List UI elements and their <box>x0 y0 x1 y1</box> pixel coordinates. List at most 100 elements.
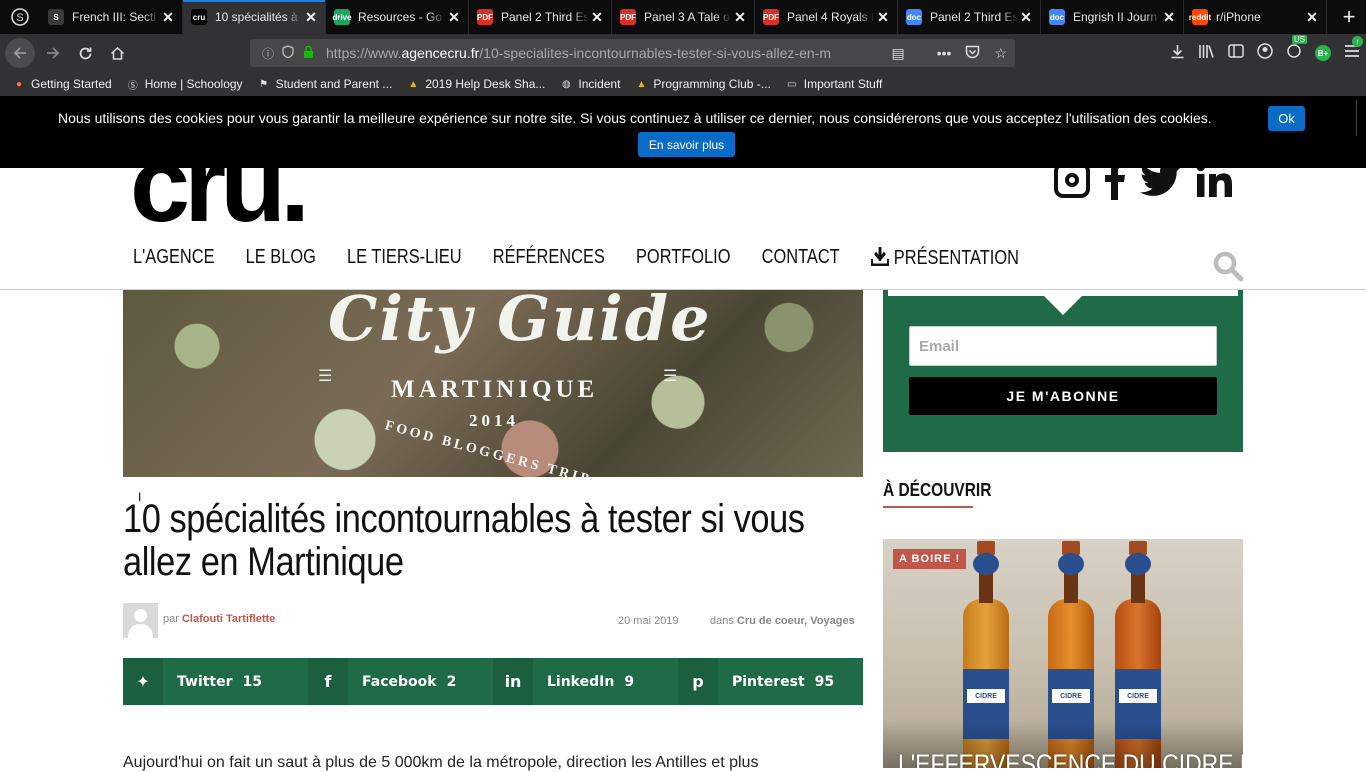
share-linkedin-button[interactable]: in LinkedIn 9 <box>493 658 678 705</box>
nav-item[interactable]: PORTFOLIO <box>636 246 730 270</box>
nav-item[interactable]: L'AGENCE <box>133 246 215 270</box>
bookmark-item[interactable]: ◍ Incident <box>559 77 620 91</box>
bookmark-item[interactable]: ▲ Programming Club -... <box>634 77 770 91</box>
nav-item-label: PRÉSENTATION <box>893 247 1019 269</box>
bookmark-item[interactable]: ⚑ Student and Parent ... <box>257 77 392 91</box>
close-tab-icon[interactable]: ✕ <box>1018 9 1034 26</box>
account-icon[interactable] <box>1257 43 1273 63</box>
share-label: Pinterest <box>732 673 805 690</box>
cookie-ok-button[interactable]: Ok <box>1268 106 1305 131</box>
tracking-shield-icon[interactable] <box>278 45 298 61</box>
pdf-favicon-icon: PDF <box>620 9 636 25</box>
category-links[interactable]: Cru de coeur, Voyages <box>737 615 855 627</box>
bookmark-item[interactable]: ● Getting Started <box>12 77 112 91</box>
close-tab-icon[interactable]: ✕ <box>1304 9 1320 26</box>
byline-prefix: par <box>163 613 179 625</box>
bookmark-item[interactable]: ▭ Important Stuff <box>785 77 882 91</box>
system-menu-icon[interactable]: S <box>0 0 40 34</box>
hero-year: 2014 <box>469 411 519 430</box>
browser-tab[interactable]: doc Engrish II Journ ✕ <box>1041 0 1184 34</box>
close-tab-icon[interactable]: ✕ <box>875 9 891 26</box>
close-tab-icon[interactable]: ✕ <box>303 9 319 26</box>
bookmark-label: Incident <box>578 77 621 91</box>
share-label: Twitter <box>177 673 233 690</box>
reddit-favicon-icon: reddit <box>1189 9 1211 25</box>
email-field[interactable]: Email <box>909 326 1217 366</box>
lock-icon[interactable] <box>298 45 318 61</box>
info-icon[interactable]: ⓘ <box>258 45 278 62</box>
page-actions-icon[interactable]: ••• <box>937 45 952 62</box>
downloads-icon[interactable] <box>1170 44 1185 63</box>
tab-title: Panel 4 Royals I <box>787 10 875 24</box>
address-bar[interactable]: ⓘ https://www.agencecru.fr/10-specialite… <box>250 39 1015 67</box>
nav-item[interactable]: LE TIERS-LIEU <box>347 246 462 270</box>
nav-item[interactable]: RÉFÉRENCES <box>493 246 605 270</box>
linkedin-icon: in <box>493 658 533 705</box>
share-facebook-button[interactable]: f Facebook 2 <box>308 658 493 705</box>
drive-favicon-icon: drive <box>332 9 352 25</box>
banner-edge <box>1356 100 1366 136</box>
promo-title[interactable]: L'EFFERVESCENCE DU CIDRE FRANÇAIS <box>898 749 1243 768</box>
nav-item[interactable]: LE BLOG <box>246 246 316 270</box>
hero-title: City Guide <box>328 290 712 355</box>
share-twitter-button[interactable]: ✦ Twitter 15 <box>123 658 308 705</box>
hamburger-menu-icon[interactable]: ↑ <box>1344 36 1363 62</box>
close-tab-icon[interactable]: ✕ <box>732 9 748 26</box>
browser-tab[interactable]: cru 10 spécialités à ✕ <box>183 0 326 34</box>
promo-card[interactable]: CIDRE CIDRE CIDRE A BOIRE ! L'EFFERVESCE… <box>883 539 1243 768</box>
share-bar: ✦ Twitter 15 f Facebook 2 in LinkedIn 9 p Pinteres… <box>123 658 863 705</box>
reload-button[interactable] <box>69 37 101 69</box>
discover-underline <box>883 506 973 508</box>
browser-tab[interactable]: drive Resources - Go ✕ <box>326 0 469 34</box>
bookmark-item[interactable]: Ⓢ Home | Schoology <box>126 77 243 92</box>
pdf-favicon-icon: PDF <box>477 9 493 25</box>
browser-tab[interactable]: reddit r/iPhone ✕ <box>1184 0 1327 34</box>
cookie-more-button[interactable]: En savoir plus <box>638 132 735 157</box>
reader-view-icon[interactable]: ▤ <box>891 45 904 62</box>
close-tab-icon[interactable]: ✕ <box>160 9 176 26</box>
browser-tab[interactable]: PDF Panel 2 Third Es ✕ <box>469 0 612 34</box>
share-count: 9 <box>624 673 635 690</box>
forward-button[interactable] <box>37 37 69 69</box>
sidebar-icon[interactable] <box>1228 44 1244 62</box>
subscribe-button[interactable]: JE M'ABONNE <box>909 377 1217 415</box>
nav-item[interactable]: CONTACT <box>762 246 840 270</box>
schoology-icon: Ⓢ <box>127 80 138 92</box>
browser-tab[interactable]: S French III: Secti ✕ <box>40 0 183 34</box>
home-button[interactable] <box>101 37 133 69</box>
pdf-favicon-icon: PDF <box>763 9 779 25</box>
extension-grade-icon[interactable]: B+ <box>1315 45 1331 61</box>
extension-badge: US <box>1292 35 1308 44</box>
bookmark-star-icon[interactable]: ☆ <box>994 45 1007 62</box>
nav-item[interactable]: PRÉSENTATION <box>870 246 1019 270</box>
tab-title: 10 spécialités à <box>215 10 298 24</box>
close-tab-icon[interactable]: ✕ <box>1161 9 1177 26</box>
cru-favicon-icon: cru <box>191 9 207 25</box>
search-icon[interactable] <box>1212 250 1244 282</box>
new-tab-button[interactable]: + <box>1332 0 1366 34</box>
close-tab-icon[interactable]: ✕ <box>589 9 605 26</box>
main-navigation: L'AGENCE LE BLOG LE TIERS-LIEU RÉFÉRENCES PO… <box>133 246 1019 270</box>
twitter-icon: ✦ <box>123 658 163 705</box>
back-button[interactable] <box>5 38 35 68</box>
promo-badge: A BOIRE ! <box>893 549 967 569</box>
url-text[interactable]: https://www.agencecru.fr/10-specialites-… <box>326 45 891 61</box>
browser-tab[interactable]: PDF Panel 3 A Tale o ✕ <box>612 0 755 34</box>
browser-tab[interactable]: doc Panel 2 Third Es ✕ <box>898 0 1041 34</box>
browser-tab[interactable]: PDF Panel 4 Royals I ✕ <box>755 0 898 34</box>
article-body-text: Aujourd'hui on fait un saut à plus de 5 … <box>123 754 759 771</box>
author-link[interactable]: Clafouti Tartiflette <box>182 613 275 625</box>
close-tab-icon[interactable]: ✕ <box>446 9 462 26</box>
author-avatar[interactable] <box>123 603 158 638</box>
hero-menu-icon-left: ☰ <box>318 368 333 385</box>
discover-heading: À DÉCOUVRIR <box>883 480 992 500</box>
pocket-icon[interactable] <box>965 45 980 62</box>
flag-icon: ⚑ <box>259 78 269 90</box>
nav-item-label: LE BLOG <box>245 246 316 268</box>
article-title: 10 spécialités incontournables à tester … <box>123 497 805 584</box>
extension-vpn-icon[interactable]: US <box>1286 35 1308 63</box>
library-icon[interactable] <box>1198 44 1215 63</box>
tab-bar: S S French III: Secti ✕ cru 10 spécialités à… <box>0 0 1366 34</box>
share-pinterest-button[interactable]: p Pinterest 95 <box>678 658 863 705</box>
bookmark-item[interactable]: ▲ 2019 Help Desk Sha... <box>406 77 545 91</box>
